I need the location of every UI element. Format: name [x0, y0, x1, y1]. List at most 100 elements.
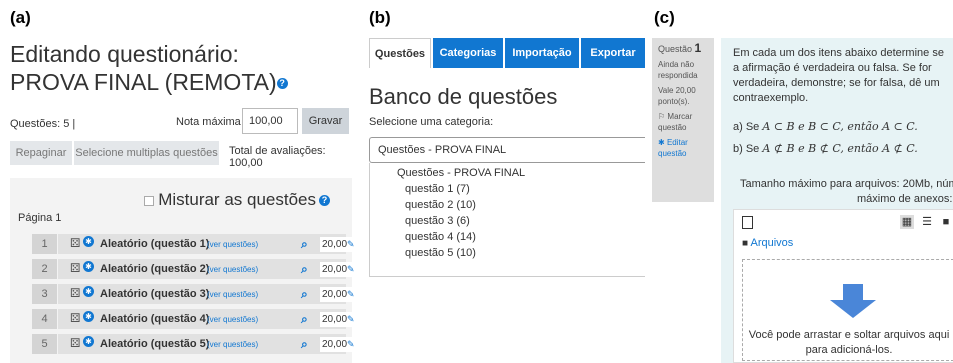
question-number: 1 [694, 41, 702, 55]
quiz-questions-box: Misturar as questões? Página 1 1 ⚄ ✱ Ale… [10, 178, 358, 363]
dropzone-text: Você pode arrastar e soltar arquivos aqu… [743, 328, 953, 358]
help-icon[interactable]: ? [276, 78, 288, 90]
item-b-prefix: b) Se [733, 143, 760, 155]
view-questions-link[interactable]: (ver questões) [207, 240, 258, 249]
question-grade[interactable]: 20,00✎ [320, 262, 358, 277]
shuffle-option[interactable]: Misturar as questões? [144, 190, 330, 210]
page-title-line1: Editando questionário: [10, 41, 239, 67]
select-multiple-button[interactable]: Selecione multiplas questões [74, 141, 219, 165]
question-info: Questão 1 Ainda não respondida Vale 20,0… [652, 38, 714, 202]
question-name: Aleatório (questão 1) [100, 238, 210, 250]
view-questions-link[interactable]: (ver questões) [207, 265, 258, 274]
item-a-prefix: a) Se [733, 121, 760, 133]
question-status: Ainda não respondida [658, 60, 698, 80]
category-option[interactable]: questão 1 (7) [405, 183, 470, 195]
category-select[interactable]: Questões - PROVA FINAL [369, 137, 645, 163]
quiz-attempt-panel: Questão 1 Ainda não respondida Vale 20,0… [652, 0, 953, 363]
flag-question[interactable]: ⚐ Marcar questão [658, 111, 708, 133]
view-questions-link[interactable]: (ver questões) [207, 290, 258, 299]
max-grade-input[interactable] [242, 108, 298, 134]
question-number: 5 [32, 334, 58, 354]
save-button[interactable]: Gravar [302, 108, 349, 134]
category-option[interactable]: Questões - PROVA FINAL [397, 167, 525, 179]
category-option[interactable]: questão 3 (6) [405, 215, 470, 227]
dropzone-text-line1: Você pode arrastar e soltar arquivos aqu… [748, 329, 950, 341]
new-file-icon[interactable] [742, 216, 753, 229]
question-row: 2 ⚄ ✱ Aleatório (questão 2) (ver questõe… [32, 259, 358, 279]
view-questions-link[interactable]: (ver questões) [207, 315, 258, 324]
shuffle-checkbox[interactable] [144, 195, 155, 206]
category-option[interactable]: questão 5 (10) [405, 247, 476, 259]
category-option[interactable]: questão 4 (14) [405, 231, 476, 243]
tab-export[interactable]: Exportar [581, 38, 645, 68]
question-grade[interactable]: 20,00✎ [320, 337, 358, 352]
question-grade-value: 20,00 [322, 339, 348, 350]
gear-icon[interactable]: ✱ [83, 261, 94, 272]
question-bank-panel: Questões Categorias Importação Exportar … [363, 0, 645, 363]
repaginate-button[interactable]: Repaginar [10, 141, 72, 165]
list-view-icon[interactable]: ☰ [920, 215, 934, 229]
total-grades: Total de avaliações: 100,00 [229, 145, 326, 169]
gear-icon: ✱ [658, 138, 665, 147]
max-grade-label: Nota máxima [176, 116, 241, 128]
category-option[interactable]: questão 2 (10) [405, 199, 476, 211]
file-dropzone[interactable]: Você pode arrastar e soltar arquivos aqu… [742, 259, 953, 361]
question-row: 1 ⚄ ✱ Aleatório (questão 1) (ver questõe… [32, 234, 358, 254]
question-grade[interactable]: 20,00✎ [320, 312, 358, 327]
random-icon: ⚄ [70, 261, 81, 275]
gear-icon[interactable]: ✱ [83, 286, 94, 297]
question-row: 5 ⚄ ✱ Aleatório (questão 5) (ver questõe… [32, 334, 358, 354]
gear-icon[interactable]: ✱ [83, 236, 94, 247]
flag-icon: ⚐ [658, 112, 666, 121]
pencil-icon[interactable]: ✎ [347, 339, 355, 349]
item-a: a) Se A ⊂ B e B ⊂ C, então A ⊂ C. [733, 120, 918, 133]
dropzone-text-line2: para adicioná-los. [805, 344, 893, 356]
folder-view-icon[interactable]: ■ [939, 215, 953, 229]
folder-icon: ■ [742, 238, 749, 249]
question-content: Em cada um dos itens abaixo determine se… [721, 38, 953, 363]
question-name: Aleatório (questão 2) [100, 263, 210, 275]
pencil-icon[interactable]: ✎ [347, 264, 355, 274]
question-grade-value: 20,00 [322, 289, 348, 300]
preview-icon[interactable]: ⌕ [301, 337, 308, 352]
question-name: Aleatório (questão 4) [100, 313, 210, 325]
category-select-label: Selecione uma categoria: [369, 116, 494, 128]
pencil-icon[interactable]: ✎ [347, 314, 355, 324]
grid-view-icon[interactable]: ▦ [900, 215, 914, 229]
question-grade-value: 20,00 [322, 239, 348, 250]
files-folder[interactable]: ■ Arquivos [742, 237, 793, 249]
tab-questions[interactable]: Questões [369, 38, 431, 68]
question-grade-value: 20,00 [322, 314, 348, 325]
preview-icon[interactable]: ⌕ [301, 287, 308, 302]
view-questions-link[interactable]: (ver questões) [207, 340, 258, 349]
question-bank-tabs: Questões Categorias Importação Exportar [369, 38, 645, 68]
question-name: Aleatório (questão 5) [100, 338, 210, 350]
questions-count: Questões: 5 | [10, 118, 76, 130]
page-title-line2: PROVA FINAL (REMOTA) [10, 69, 277, 95]
help-icon[interactable]: ? [319, 195, 330, 207]
file-manager: ▦ ☰ ■ ■ Arquivos Você pode arrastar e so… [733, 209, 953, 363]
question-grade[interactable]: 20,00✎ [320, 237, 358, 252]
pencil-icon[interactable]: ✎ [347, 239, 355, 249]
pencil-icon[interactable]: ✎ [347, 289, 355, 299]
tab-import[interactable]: Importação [505, 38, 579, 68]
edit-question-link[interactable]: ✱ Editar questão [658, 137, 708, 159]
preview-icon[interactable]: ⌕ [301, 312, 308, 327]
max-attachments: máximo de anexos: 1 [857, 193, 953, 205]
random-icon: ⚄ [70, 336, 81, 350]
gear-icon[interactable]: ✱ [83, 336, 94, 347]
page-title: Editando questionário: PROVA FINAL (REMO… [10, 40, 340, 96]
tab-categories[interactable]: Categorias [433, 38, 503, 68]
question-number: 3 [32, 284, 58, 304]
quiz-editor-panel: Editando questionário: PROVA FINAL (REMO… [0, 0, 358, 363]
page-heading: Página 1 [18, 212, 62, 224]
files-folder-label: Arquivos [750, 237, 794, 249]
gear-icon[interactable]: ✱ [83, 311, 94, 322]
preview-icon[interactable]: ⌕ [301, 237, 308, 252]
item-b: b) Se A ⊄ B e B ⊄ C, então A ⊄ C. [733, 142, 918, 155]
question-grade[interactable]: 20,00✎ [320, 287, 358, 302]
question-prompt: Em cada um dos itens abaixo determine se… [733, 47, 944, 104]
preview-icon[interactable]: ⌕ [301, 262, 308, 277]
question-name: Aleatório (questão 3) [100, 288, 210, 300]
page-title: Banco de questões [369, 84, 558, 109]
